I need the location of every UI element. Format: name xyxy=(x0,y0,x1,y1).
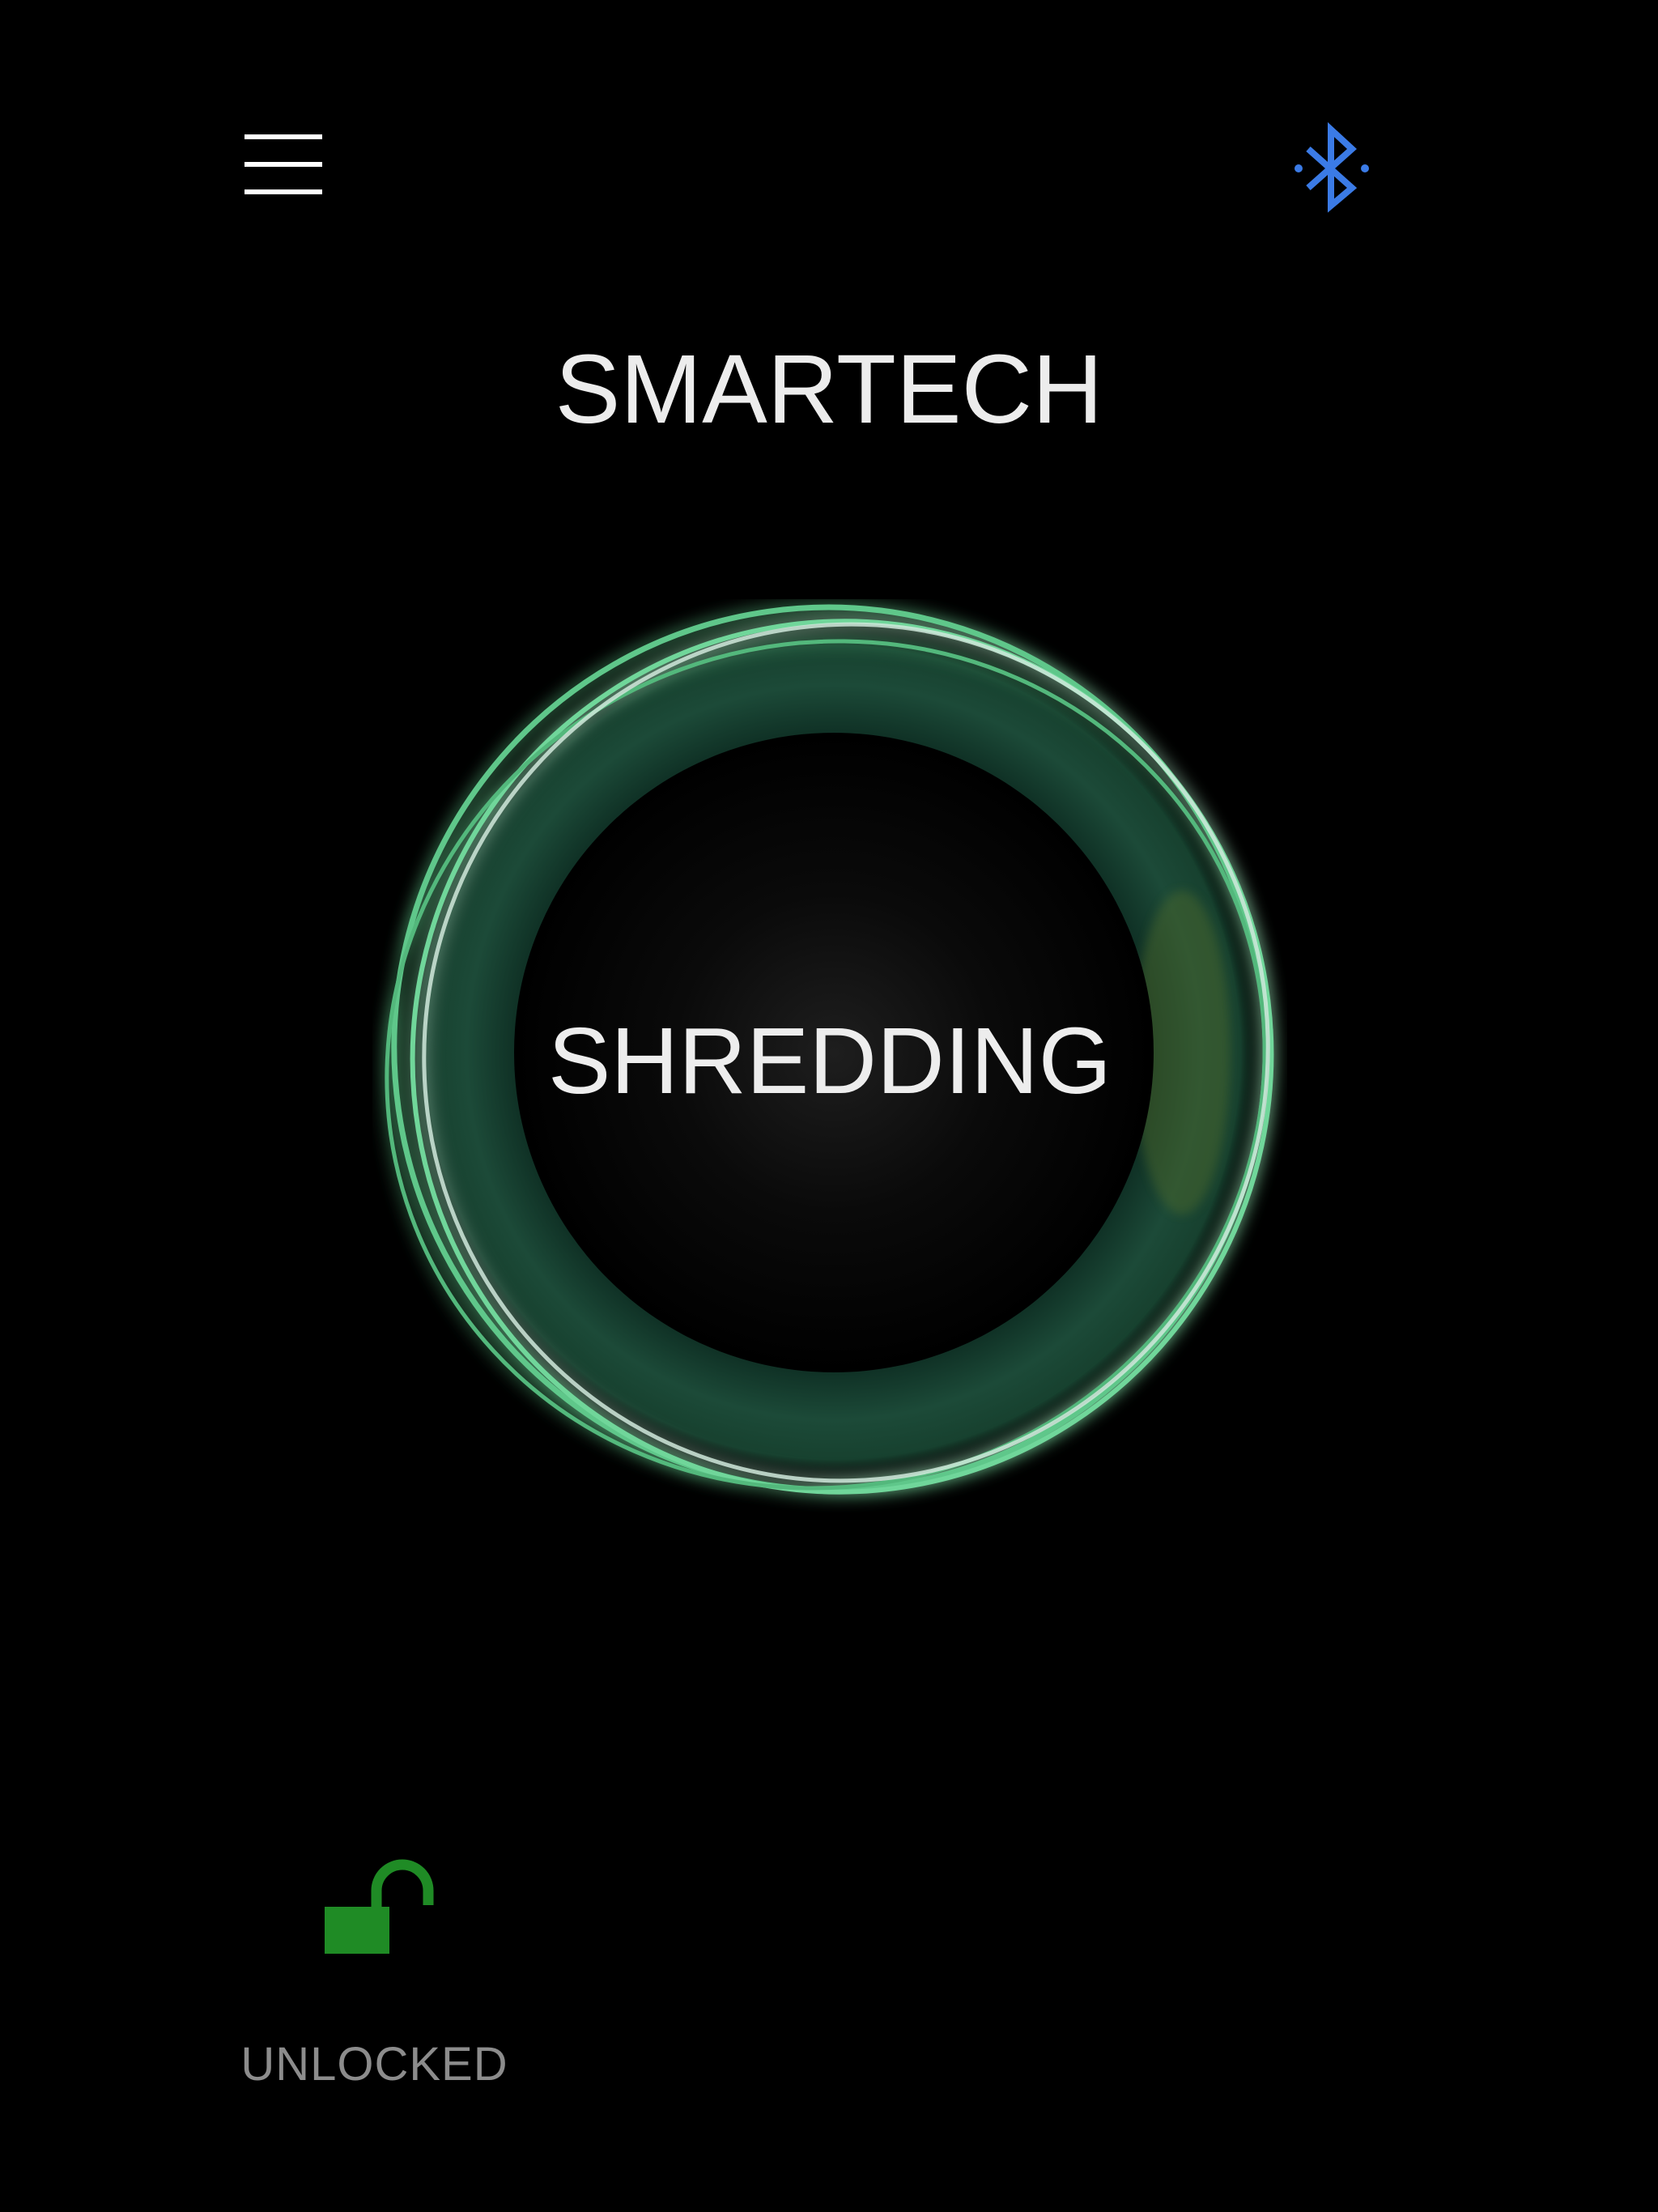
lock-status-label: UNLOCKED xyxy=(240,2038,508,2091)
shred-ring-button[interactable]: SHREDDING xyxy=(372,599,1287,1514)
app-title: SMARTECH xyxy=(555,334,1103,444)
lock-toggle-button[interactable] xyxy=(312,1858,441,1976)
bluetooth-button[interactable] xyxy=(1287,121,1376,219)
hamburger-menu-icon xyxy=(244,134,322,194)
bluetooth-icon xyxy=(1295,121,1369,213)
menu-button[interactable] xyxy=(235,121,332,211)
unlocked-padlock-icon xyxy=(325,1859,434,1954)
status-text: SHREDDING xyxy=(547,1008,1112,1113)
